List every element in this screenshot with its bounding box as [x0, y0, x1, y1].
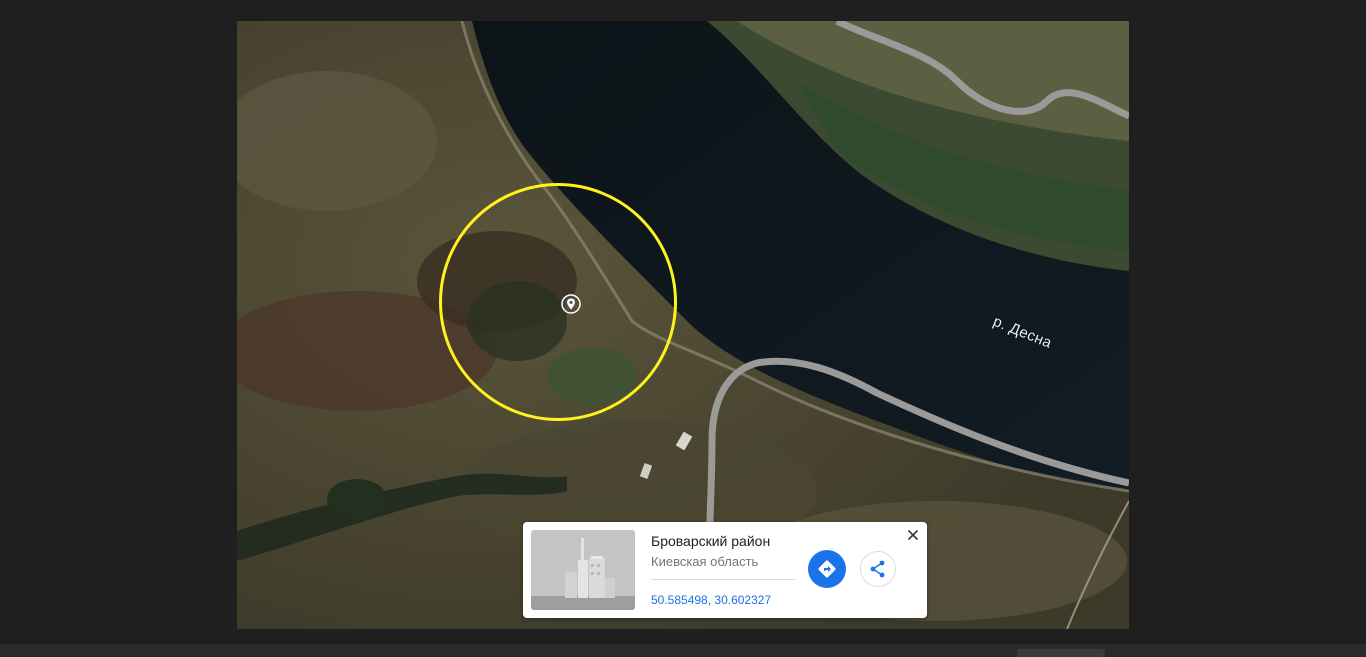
location-pin-icon[interactable]: [560, 293, 582, 315]
bottom-bar: [0, 644, 1366, 657]
city-buildings-icon: [531, 530, 635, 610]
close-button[interactable]: [904, 526, 922, 544]
directions-icon: [818, 560, 836, 578]
share-button[interactable]: [860, 551, 896, 587]
card-divider: [651, 579, 795, 580]
bottom-bar-segment: [1017, 649, 1105, 657]
coordinates-link[interactable]: 50.585498, 30.602327: [651, 593, 771, 607]
place-title: Броварский район: [651, 533, 771, 549]
place-subtitle: Киевская область: [651, 554, 759, 569]
place-thumbnail[interactable]: [531, 530, 635, 610]
close-icon: [907, 529, 919, 541]
map-attribution: [397, 620, 1097, 629]
directions-button[interactable]: [808, 550, 846, 588]
share-icon: [870, 560, 885, 578]
place-card: Броварский район Киевская область 50.585…: [523, 522, 927, 618]
